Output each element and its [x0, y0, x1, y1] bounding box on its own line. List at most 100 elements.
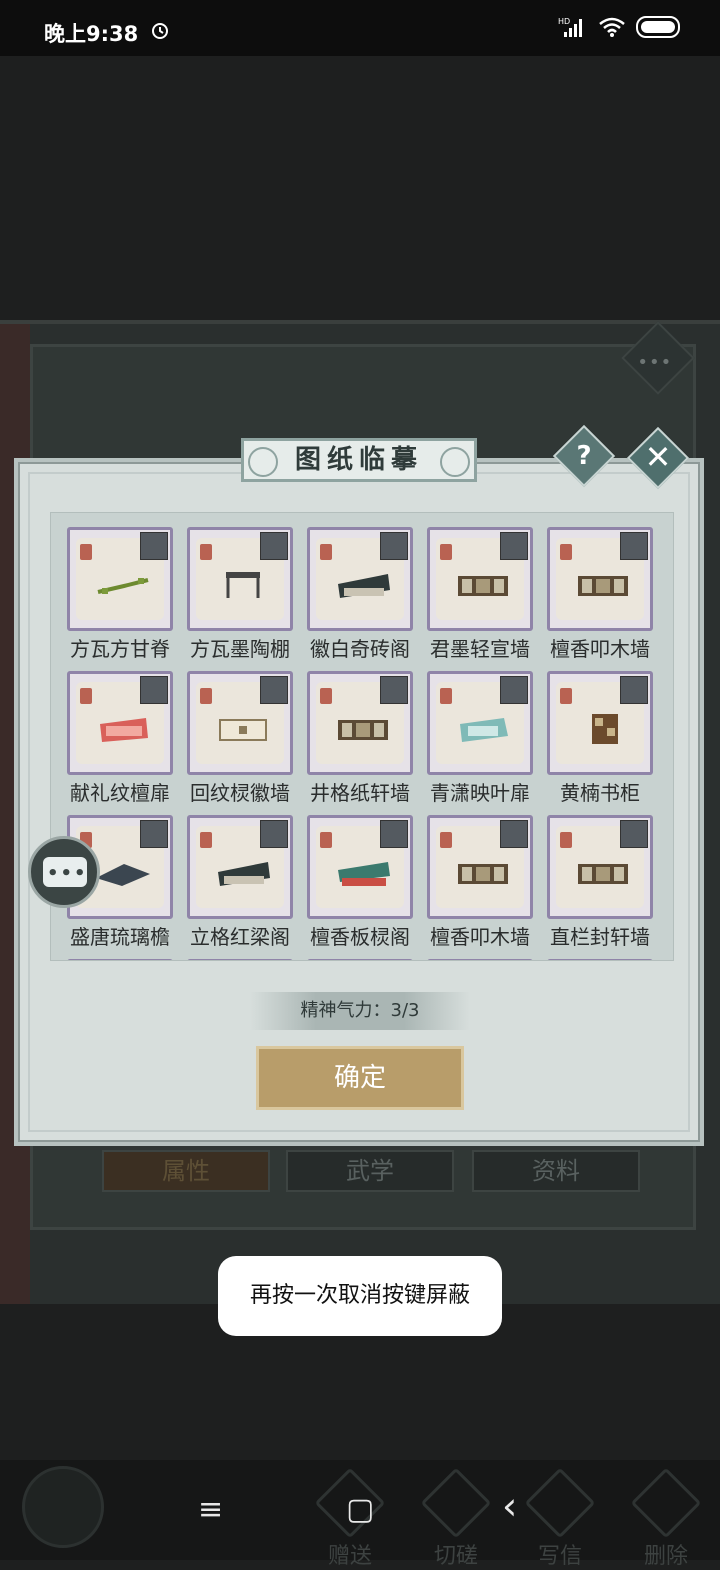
seal-icon	[320, 544, 332, 560]
select-checkbox[interactable]	[620, 532, 648, 560]
blueprint-card	[547, 815, 653, 919]
nav-menu-button[interactable]: ≡	[198, 1492, 223, 1527]
blueprint-item-partial[interactable]	[427, 959, 533, 960]
blueprint-item[interactable]: 献礼纹檀扉	[67, 671, 173, 805]
tab-attributes[interactable]: 属性	[102, 1150, 270, 1192]
building-thumbnail-icon	[94, 570, 152, 600]
blueprint-item-partial[interactable]	[547, 959, 653, 960]
blueprint-card	[547, 671, 653, 775]
blueprint-card	[307, 671, 413, 775]
blueprint-name: 献礼纹檀扉	[70, 781, 170, 805]
building-thumbnail-icon	[214, 570, 272, 600]
select-checkbox[interactable]	[260, 820, 288, 848]
dialog-title: 图纸临摹	[241, 438, 477, 482]
blueprint-card	[307, 959, 413, 960]
building-thumbnail-icon	[214, 858, 272, 888]
select-checkbox[interactable]	[620, 820, 648, 848]
svg-text:HD: HD	[558, 17, 570, 26]
building-thumbnail-icon	[334, 570, 392, 600]
battery-icon	[636, 16, 680, 38]
blueprint-card	[67, 527, 173, 631]
blueprint-item[interactable]: 檀香叩木墙	[427, 815, 533, 949]
seal-icon	[200, 832, 212, 848]
blueprint-name: 方瓦方甘脊	[70, 637, 170, 661]
blueprint-name: 直栏封轩墙	[550, 925, 650, 949]
close-icon: ✕	[644, 438, 672, 476]
blueprint-name: 檀香叩木墙	[550, 637, 650, 661]
confirm-button[interactable]: 确定	[256, 1046, 464, 1110]
select-checkbox[interactable]	[140, 532, 168, 560]
blueprint-card	[187, 815, 293, 919]
status-icons: HD	[558, 16, 680, 38]
building-thumbnail-icon	[574, 858, 632, 888]
blueprint-item[interactable]: 檀香板棂阁	[307, 815, 413, 949]
blueprint-item[interactable]: 直栏封轩墙	[547, 815, 653, 949]
building-thumbnail-icon	[574, 570, 632, 600]
building-thumbnail-icon	[94, 714, 152, 744]
trash-icon	[630, 1467, 702, 1539]
blueprint-card	[547, 959, 653, 960]
wifi-icon	[599, 17, 625, 37]
blueprint-item[interactable]: 方瓦方甘脊	[67, 527, 173, 661]
blueprint-card	[187, 527, 293, 631]
select-checkbox[interactable]	[140, 676, 168, 704]
blueprint-item[interactable]: 黄楠书柜	[547, 671, 653, 805]
blueprint-name: 檀香板棂阁	[310, 925, 410, 949]
blueprint-name: 回纹棂徽墙	[190, 781, 290, 805]
stamina-indicator: 精神气力：3/3	[250, 992, 470, 1030]
blueprint-item-partial[interactable]	[187, 959, 293, 960]
blueprint-name: 井格纸轩墙	[310, 781, 410, 805]
blueprint-item-partial[interactable]	[307, 959, 413, 960]
blueprint-item[interactable]: 君墨轻宣墙	[427, 527, 533, 661]
blueprint-grid-panel[interactable]: 方瓦方甘脊 方瓦墨陶棚 徽白奇砖阁 君墨轻宣墙 檀香叩木墙 献礼纹檀扉 回纹棂徽墙 井格纸轩墙…	[50, 512, 674, 961]
blueprint-item[interactable]: 回纹棂徽墙	[187, 671, 293, 805]
building-thumbnail-icon	[334, 714, 392, 744]
nav-back-button[interactable]: ‹	[502, 1484, 517, 1528]
select-checkbox[interactable]	[380, 532, 408, 560]
blueprint-card	[427, 959, 533, 960]
chat-button[interactable]: •••	[28, 836, 100, 908]
building-thumbnail-icon	[574, 714, 632, 744]
blueprint-item[interactable]: 青潇映叶扉	[427, 671, 533, 805]
select-checkbox[interactable]	[500, 820, 528, 848]
status-bar: 晚上9:38 HD	[0, 0, 720, 56]
write-letter-button[interactable]: 写信	[520, 1467, 600, 1570]
blueprint-item-partial[interactable]	[67, 959, 173, 960]
select-checkbox[interactable]	[380, 676, 408, 704]
blueprint-item[interactable]: 檀香叩木墙	[547, 527, 653, 661]
blueprint-item[interactable]: 方瓦墨陶棚	[187, 527, 293, 661]
tab-profile[interactable]: 资料	[472, 1150, 640, 1192]
blueprint-name: 徽白奇砖阁	[310, 637, 410, 661]
seal-icon	[320, 832, 332, 848]
select-checkbox[interactable]	[500, 676, 528, 704]
select-checkbox[interactable]	[140, 820, 168, 848]
delete-button[interactable]: 删除	[626, 1467, 706, 1570]
blueprint-item[interactable]: 立格红梁阁	[187, 815, 293, 949]
select-checkbox[interactable]	[260, 532, 288, 560]
seal-icon	[440, 688, 452, 704]
letter-icon	[524, 1467, 596, 1539]
blueprint-item[interactable]: 徽白奇砖阁	[307, 527, 413, 661]
seal-icon	[440, 832, 452, 848]
blueprint-card	[187, 671, 293, 775]
tab-martial-arts[interactable]: 武学	[286, 1150, 454, 1192]
nav-home-button[interactable]: ▢	[346, 1492, 374, 1527]
seal-icon	[560, 544, 572, 560]
select-checkbox[interactable]	[500, 532, 528, 560]
more-dots-icon: •••	[637, 352, 673, 374]
blueprint-card	[427, 815, 533, 919]
building-thumbnail-icon	[214, 714, 272, 744]
seal-icon	[80, 688, 92, 704]
select-checkbox[interactable]	[620, 676, 648, 704]
spar-button[interactable]: 切磋	[416, 1467, 496, 1570]
blueprint-card	[307, 815, 413, 919]
building-thumbnail-icon	[94, 858, 152, 888]
blueprint-name: 黄楠书柜	[560, 781, 640, 805]
building-thumbnail-icon	[334, 858, 392, 888]
blueprint-item[interactable]: 井格纸轩墙	[307, 671, 413, 805]
back-moon-button[interactable]	[22, 1466, 104, 1548]
select-checkbox[interactable]	[380, 820, 408, 848]
toast-message: 再按一次取消按键屏蔽	[218, 1256, 502, 1336]
select-checkbox[interactable]	[260, 676, 288, 704]
blueprint-card	[67, 959, 173, 960]
